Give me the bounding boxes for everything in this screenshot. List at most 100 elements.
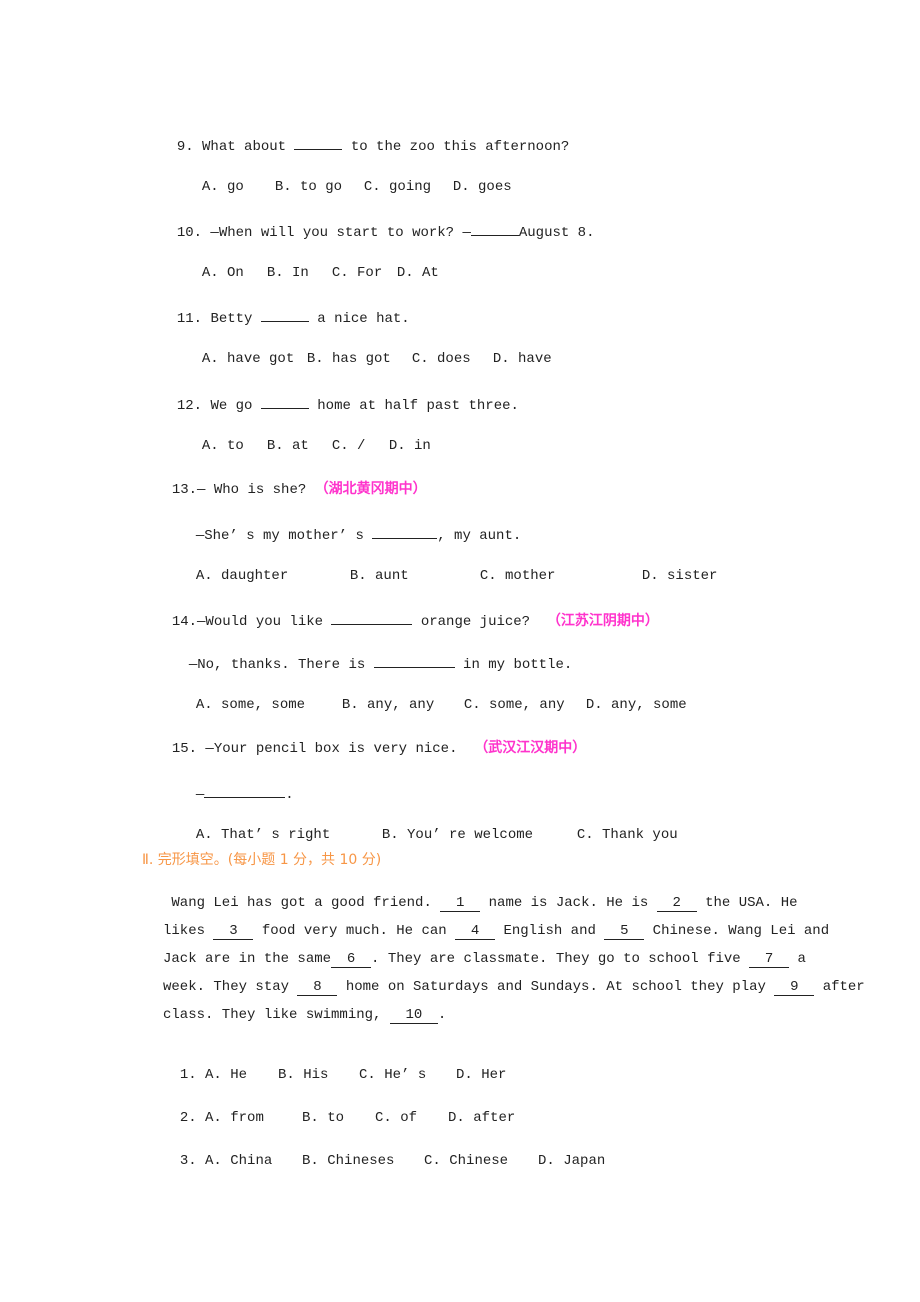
- option: C. mother: [479, 568, 556, 584]
- option: B. His: [278, 1067, 329, 1083]
- item-number: 3.: [179, 1153, 197, 1169]
- option: D. goes: [452, 179, 512, 195]
- reply-text: —: [195, 787, 205, 803]
- cloze-blank: 1: [440, 895, 481, 912]
- cloze-item-3: 3. A. China B. Chineses C. Chinese D. Japan: [163, 1134, 605, 1170]
- question-text: —When will you start to work? —: [202, 225, 471, 241]
- option: A. China: [205, 1153, 273, 1169]
- question-12: 12. We go home at half past three.: [160, 376, 519, 415]
- passage-text: Chinese. Wang Lei and: [644, 923, 830, 939]
- option: C. going: [363, 179, 432, 195]
- passage-line: likes 3 food very much. He can 4 English…: [163, 922, 829, 940]
- question-number: 14.: [171, 614, 198, 630]
- cloze-blank: 9: [774, 979, 815, 996]
- option: A. some, some: [195, 697, 306, 713]
- options-10: A. On B. In C. For D. At: [185, 246, 439, 282]
- answer-blank: [260, 307, 309, 322]
- passage-text: a: [789, 951, 806, 967]
- answer-blank: [294, 135, 343, 150]
- question-text: home at half past three.: [308, 398, 519, 414]
- option: D. Her: [456, 1067, 507, 1083]
- options-15: A. That’ s right B. You’ re welcome C. Tha…: [179, 808, 678, 844]
- cloze-blank: 7: [749, 951, 790, 968]
- question-text: We go: [210, 398, 261, 414]
- option: C. does: [411, 351, 471, 367]
- reply-text: —No, thanks. There is: [188, 657, 374, 673]
- option: B. to: [302, 1110, 345, 1126]
- option: A. to: [201, 438, 244, 454]
- option: B. Chineses: [302, 1153, 395, 1169]
- question-9: 9. What about to the zoo this afternoon?: [160, 117, 569, 156]
- options-12: A. to B. at C. / D. in: [185, 419, 431, 455]
- reply-15: —.: [179, 765, 294, 804]
- question-text: August 8.: [518, 225, 595, 241]
- cloze-item-2: 2. A. from B. to C. of D. after: [163, 1091, 515, 1127]
- reply-text: .: [285, 787, 294, 803]
- passage-text: likes: [163, 923, 214, 939]
- question-text: Betty: [210, 311, 261, 327]
- passage-text: after: [814, 979, 865, 995]
- passage-text: home on Saturdays and Sundays. At school…: [337, 979, 775, 995]
- cloze-blank: 5: [604, 923, 645, 940]
- cloze-item-1: 1. A. He B. His C. He’ s D. Her: [163, 1048, 507, 1084]
- option: B. has got: [306, 351, 391, 367]
- option: A. have got: [201, 351, 295, 367]
- option: A. from: [205, 1110, 264, 1126]
- passage-text: Jack are in the same: [163, 951, 332, 967]
- question-text: a nice hat.: [308, 311, 410, 327]
- option: C. He’ s: [359, 1067, 427, 1083]
- answer-blank: [373, 653, 455, 668]
- option: D. in: [388, 438, 431, 454]
- cloze-blank: 8: [297, 979, 338, 996]
- reply-text: in my bottle.: [454, 657, 573, 673]
- question-text: to the zoo this afternoon?: [342, 139, 570, 155]
- question-text: — Who is she?: [197, 482, 315, 498]
- reply-text: —She’ s my mother’ s: [195, 528, 373, 544]
- question-11: 11. Betty a nice hat.: [160, 289, 410, 328]
- question-text: —Your pencil box is very nice.: [197, 741, 475, 757]
- question-14: 14.—Would you like orange juice? （江苏江阴期中…: [155, 592, 659, 631]
- option: C. For: [331, 265, 383, 281]
- question-number: 12.: [176, 398, 203, 414]
- answer-blank: [470, 221, 519, 236]
- cloze-blank: 4: [455, 923, 496, 940]
- question-text: orange juice?: [412, 614, 547, 630]
- cloze-blank: 10: [389, 1007, 438, 1024]
- question-13: 13.— Who is she? （湖北黄冈期中）: [155, 462, 427, 499]
- option: A. On: [201, 265, 244, 281]
- option: C. /: [331, 438, 366, 454]
- passage-line: Jack are in the same 6. They are classmat…: [163, 950, 806, 968]
- option: A. He: [205, 1067, 248, 1083]
- option: C. Chinese: [424, 1153, 509, 1169]
- answer-blank: [331, 610, 413, 625]
- passage-text: . They are classmate. They go to school …: [371, 951, 750, 967]
- option: D. after: [448, 1110, 516, 1126]
- option: C. some, any: [463, 697, 565, 713]
- option: D. any, some: [585, 697, 687, 713]
- option: A. go: [201, 179, 244, 195]
- question-15: 15. —Your pencil box is very nice. （武汉江汉…: [155, 721, 586, 758]
- passage-text: .: [437, 1007, 447, 1023]
- source-tag: （武汉江汉期中）: [474, 740, 587, 756]
- option: D. Japan: [538, 1153, 606, 1169]
- options-11: A. have got B. has got C. does D. have: [185, 332, 552, 368]
- passage-text: food very much. He can: [253, 923, 456, 939]
- question-10: 10. —When will you start to work? — Augus…: [160, 203, 595, 242]
- source-tag: （江苏江阴期中）: [546, 613, 659, 629]
- answer-blank: [260, 394, 309, 409]
- source-tag: （湖北黄冈期中）: [314, 481, 427, 497]
- passage-text: name is Jack. He is: [480, 895, 657, 911]
- passage-line: week. They stay 8 home on Saturdays and …: [163, 978, 865, 996]
- option: A. daughter: [195, 568, 289, 584]
- option: D. sister: [641, 568, 718, 584]
- answer-blank: [204, 783, 286, 798]
- question-text: —Would you like: [197, 614, 332, 630]
- cloze-blank: 2: [656, 895, 697, 912]
- item-number: 2.: [179, 1110, 197, 1126]
- option: D. At: [396, 265, 439, 281]
- question-number: 10.: [176, 225, 203, 241]
- item-number: 1.: [179, 1067, 197, 1083]
- answer-blank: [372, 524, 438, 539]
- option: C. of: [375, 1110, 418, 1126]
- question-number: 9.: [176, 139, 194, 155]
